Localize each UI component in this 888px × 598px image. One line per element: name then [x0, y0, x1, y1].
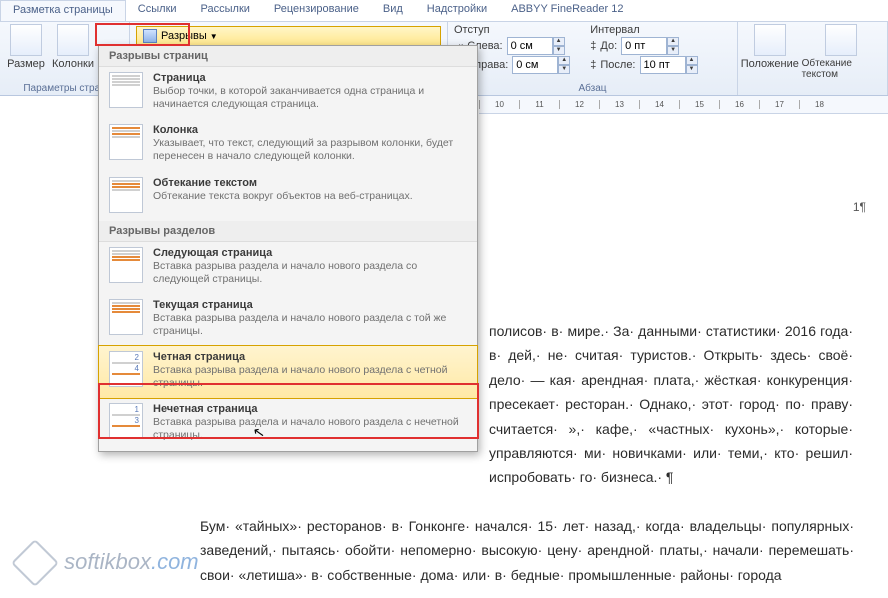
indent-title: Отступ: [454, 24, 570, 36]
size-button[interactable]: Размер: [6, 24, 46, 70]
breaks-dropdown-button[interactable]: Разрывы ▼: [136, 26, 441, 46]
menu-item-desc: Выбор точки, в которой заканчивается одн…: [153, 85, 467, 111]
menu-item-column[interactable]: КолонкаУказывает, что текст, следующий з…: [99, 119, 477, 171]
menu-item-title: Следующая страница: [153, 247, 467, 259]
menu-item-title: Колонка: [153, 124, 467, 136]
columns-button[interactable]: Колонки: [52, 24, 94, 70]
menu-item-continuous[interactable]: Текущая страницаВставка разрыва раздела …: [99, 294, 477, 346]
chevron-down-icon: ▼: [210, 32, 218, 41]
tab-mailings[interactable]: Рассылки: [189, 0, 262, 21]
column-break-icon: [109, 124, 143, 160]
watermark-icon: [11, 539, 59, 587]
tab-addins[interactable]: Надстройки: [415, 0, 499, 21]
position-label: Положение: [741, 58, 799, 70]
page-break-icon: [109, 72, 143, 108]
tab-review[interactable]: Рецензирование: [262, 0, 371, 21]
continuous-icon: [109, 299, 143, 335]
position-icon: [754, 24, 786, 56]
horizontal-ruler[interactable]: 10 11 12 13 14 15 16 17 18: [479, 96, 888, 114]
document-body[interactable]: полисов· в· мире.· За· данными· статисти…: [479, 310, 869, 501]
ruler-tick: 10: [479, 100, 519, 109]
menu-item-title: Нечетная страница: [153, 403, 467, 415]
size-label: Размер: [7, 58, 45, 70]
menu-item-textwrap[interactable]: Обтекание текстомОбтекание текста вокруг…: [99, 172, 477, 221]
tab-links[interactable]: Ссылки: [126, 0, 189, 21]
spacing-before-input[interactable]: ▲▼: [621, 37, 679, 55]
breaks-label: Разрывы: [161, 30, 207, 42]
menu-item-even-page[interactable]: 24 Четная страницаВставка разрыва раздел…: [98, 345, 478, 399]
menu-header-section-breaks: Разрывы разделов: [99, 221, 477, 242]
ruler-tick: 16: [719, 100, 759, 109]
spacing-before-icon: ‡: [590, 40, 596, 52]
text-wrap-button[interactable]: Обтекание текстом: [802, 24, 881, 80]
columns-label: Колонки: [52, 58, 94, 70]
tab-view[interactable]: Вид: [371, 0, 415, 21]
menu-header-page-breaks: Разрывы страниц: [99, 46, 477, 67]
breaks-dropdown-menu: Разрывы страниц СтраницаВыбор точки, в к…: [98, 45, 478, 452]
ruler-tick: 13: [599, 100, 639, 109]
breaks-icon: [143, 29, 157, 43]
ruler-tick: 11: [519, 100, 559, 109]
menu-item-desc: Вставка разрыва раздела и начало нового …: [153, 312, 467, 338]
menu-item-desc: Вставка разрыва раздела и начало нового …: [153, 416, 467, 442]
page-size-icon: [10, 24, 42, 56]
watermark-suffix: .com: [151, 549, 199, 574]
spacing-before-label: До:: [600, 40, 617, 52]
menu-item-title: Обтекание текстом: [153, 177, 467, 189]
watermark: softikbox.com: [18, 546, 199, 580]
spacing-title: Интервал: [590, 24, 697, 36]
next-page-icon: [109, 247, 143, 283]
watermark-text: softikbox: [64, 549, 151, 574]
menu-item-desc: Вставка разрыва раздела и начало нового …: [153, 260, 467, 286]
menu-item-next-page[interactable]: Следующая страницаВставка разрыва раздел…: [99, 242, 477, 294]
indent-right-input[interactable]: ▲▼: [512, 56, 570, 74]
ruler-tick: 14: [639, 100, 679, 109]
tab-abbyy[interactable]: ABBYY FineReader 12: [499, 0, 635, 21]
text-wrap-icon: [825, 24, 857, 56]
ruler-tick: 15: [679, 100, 719, 109]
columns-icon: [57, 24, 89, 56]
menu-item-desc: Вставка разрыва раздела и начало нового …: [153, 364, 467, 390]
document-body-2[interactable]: Бум· «тайных»· ресторанов· в· Гонконге· …: [190, 505, 870, 598]
menu-item-desc: Указывает, что текст, следующий за разры…: [153, 137, 467, 163]
spacing-after-input[interactable]: ▲▼: [640, 56, 698, 74]
menu-item-title: Текущая страница: [153, 299, 467, 311]
menu-item-title: Четная страница: [153, 351, 467, 363]
page-number: 1¶: [853, 200, 866, 214]
spacing-after-icon: ‡: [590, 59, 596, 71]
wrap-label: Обтекание текстом: [802, 58, 881, 80]
menu-item-odd-page[interactable]: 13 Нечетная страницаВставка разрыва разд…: [99, 398, 477, 450]
text-wrap-break-icon: [109, 177, 143, 213]
indent-left-input[interactable]: ▲▼: [507, 37, 565, 55]
ruler-tick: 12: [559, 100, 599, 109]
tab-page-layout[interactable]: Разметка страницы: [0, 0, 126, 21]
odd-page-icon: 13: [109, 403, 143, 439]
spacing-after-label: После:: [600, 59, 635, 71]
ribbon-tabs: Разметка страницы Ссылки Рассылки Реценз…: [0, 0, 888, 22]
doc-paragraph: Бум· «тайных»· ресторанов· в· Гонконге· …: [200, 518, 854, 583]
ruler-tick: 18: [799, 100, 839, 109]
paragraph-group-label: Абзац: [454, 82, 731, 94]
doc-paragraph: полисов· в· мире.· За· данными· статисти…: [489, 323, 853, 485]
position-button[interactable]: Положение: [744, 24, 796, 70]
even-page-icon: 24: [109, 351, 143, 387]
menu-item-title: Страница: [153, 72, 467, 84]
menu-item-desc: Обтекание текста вокруг объектов на веб-…: [153, 190, 467, 203]
menu-item-page[interactable]: СтраницаВыбор точки, в которой заканчива…: [99, 67, 477, 119]
ruler-tick: 17: [759, 100, 799, 109]
